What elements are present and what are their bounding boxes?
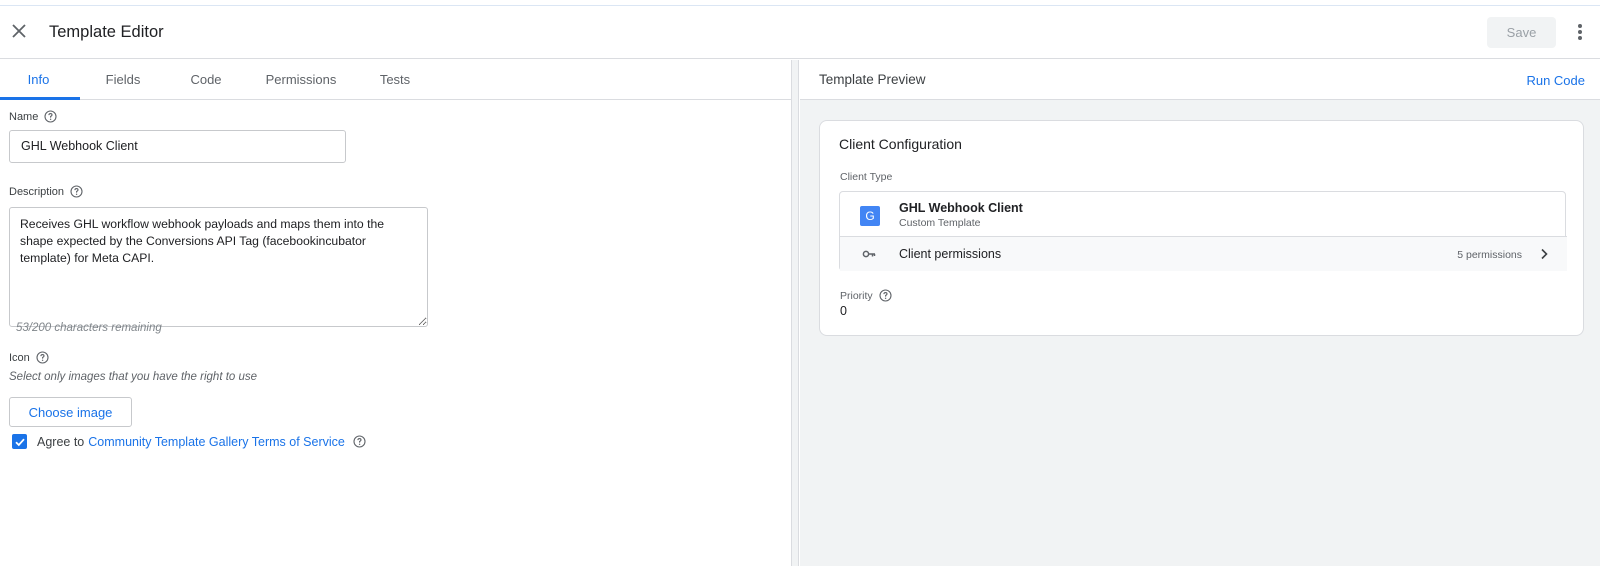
chars-remaining: 53/200 characters remaining xyxy=(16,322,162,334)
run-code-button[interactable]: Run Code xyxy=(1526,73,1585,88)
tab-bar: Info Fields Code Permissions Tests xyxy=(0,60,792,100)
chevron-right-icon xyxy=(1537,247,1551,261)
priority-label: Priority xyxy=(840,289,873,302)
icon-hint: Select only images that you have the rig… xyxy=(9,371,258,383)
icon-label-row: Icon xyxy=(9,351,49,364)
help-icon[interactable] xyxy=(879,289,892,302)
help-icon[interactable] xyxy=(44,110,57,123)
description-label: Description xyxy=(9,185,65,198)
tab-info[interactable]: Info xyxy=(0,60,77,100)
tab-permissions[interactable]: Permissions xyxy=(257,60,345,100)
active-tab-indicator xyxy=(0,97,80,100)
tab-fields[interactable]: Fields xyxy=(83,60,163,100)
client-type-label: Client Type xyxy=(840,171,893,183)
tab-tests[interactable]: Tests xyxy=(355,60,435,100)
client-permissions-row[interactable]: Client permissions 5 permissions xyxy=(840,237,1567,271)
key-icon xyxy=(862,247,876,261)
icon-label: Icon xyxy=(9,351,30,364)
editor-panel: Info Fields Code Permissions Tests Name … xyxy=(0,60,792,566)
help-icon[interactable] xyxy=(353,435,366,448)
panel-divider[interactable] xyxy=(792,60,799,566)
client-name: GHL Webhook Client xyxy=(899,201,1023,215)
help-icon[interactable] xyxy=(70,185,83,198)
page-title: Template Editor xyxy=(49,23,164,41)
agree-checkbox[interactable] xyxy=(12,434,27,449)
editor-header: Template Editor Save xyxy=(0,6,1600,59)
help-icon[interactable] xyxy=(36,351,49,364)
client-configuration-card: Client Configuration Client Type G GHL W… xyxy=(819,120,1584,336)
permissions-count: 5 permissions xyxy=(1457,249,1522,261)
name-input[interactable]: GHL Webhook Client xyxy=(9,130,346,163)
check-icon xyxy=(14,438,25,446)
client-type-row[interactable]: G GHL Webhook Client Custom Template xyxy=(840,192,1567,237)
description-textarea[interactable]: Receives GHL workflow webhook payloads a… xyxy=(9,207,428,327)
card-title: Client Configuration xyxy=(839,136,962,152)
priority-value: 0 xyxy=(840,304,847,318)
agree-prefix: Agree to xyxy=(37,434,85,449)
priority-label-row: Priority xyxy=(840,289,892,302)
close-icon[interactable] xyxy=(8,20,30,42)
client-subtitle: Custom Template xyxy=(899,217,981,229)
client-template-icon: G xyxy=(860,206,880,226)
tab-code[interactable]: Code xyxy=(166,60,246,100)
choose-image-button[interactable]: Choose image xyxy=(9,397,132,427)
permissions-label: Client permissions xyxy=(899,247,1002,261)
preview-header: Template Preview Run Code xyxy=(800,60,1600,100)
preview-title: Template Preview xyxy=(819,72,926,87)
description-label-row: Description xyxy=(9,185,83,198)
save-button[interactable]: Save xyxy=(1487,17,1556,48)
terms-link[interactable]: Community Template Gallery Terms of Serv… xyxy=(88,435,345,449)
preview-panel: Template Preview Run Code Client Configu… xyxy=(800,60,1600,566)
agree-terms-row: Agree to Community Template Gallery Term… xyxy=(12,434,366,449)
name-label: Name xyxy=(9,110,39,123)
more-vert-icon[interactable] xyxy=(1568,20,1592,44)
name-label-row: Name xyxy=(9,110,57,123)
client-type-box: G GHL Webhook Client Custom Template Cli… xyxy=(839,191,1567,271)
